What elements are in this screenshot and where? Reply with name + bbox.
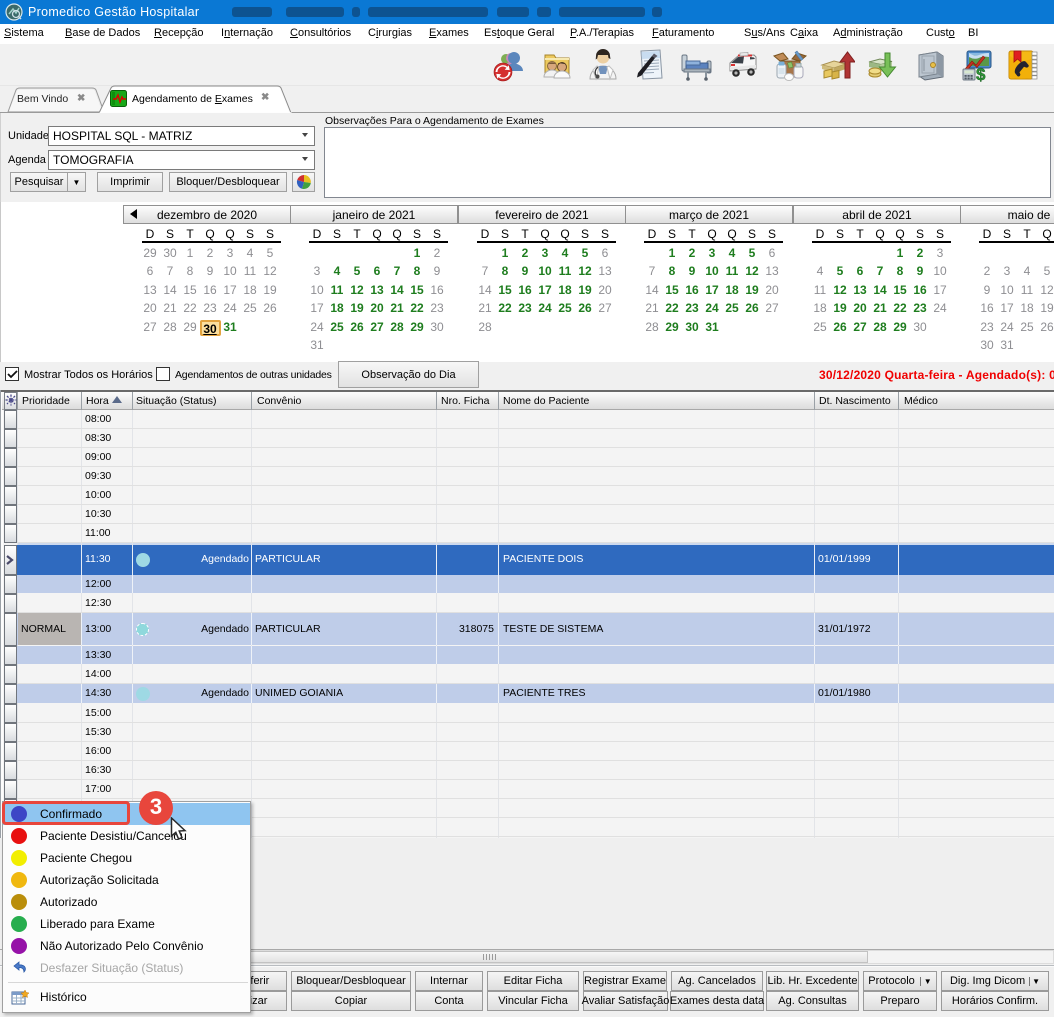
svg-text:$: $ — [976, 65, 986, 83]
